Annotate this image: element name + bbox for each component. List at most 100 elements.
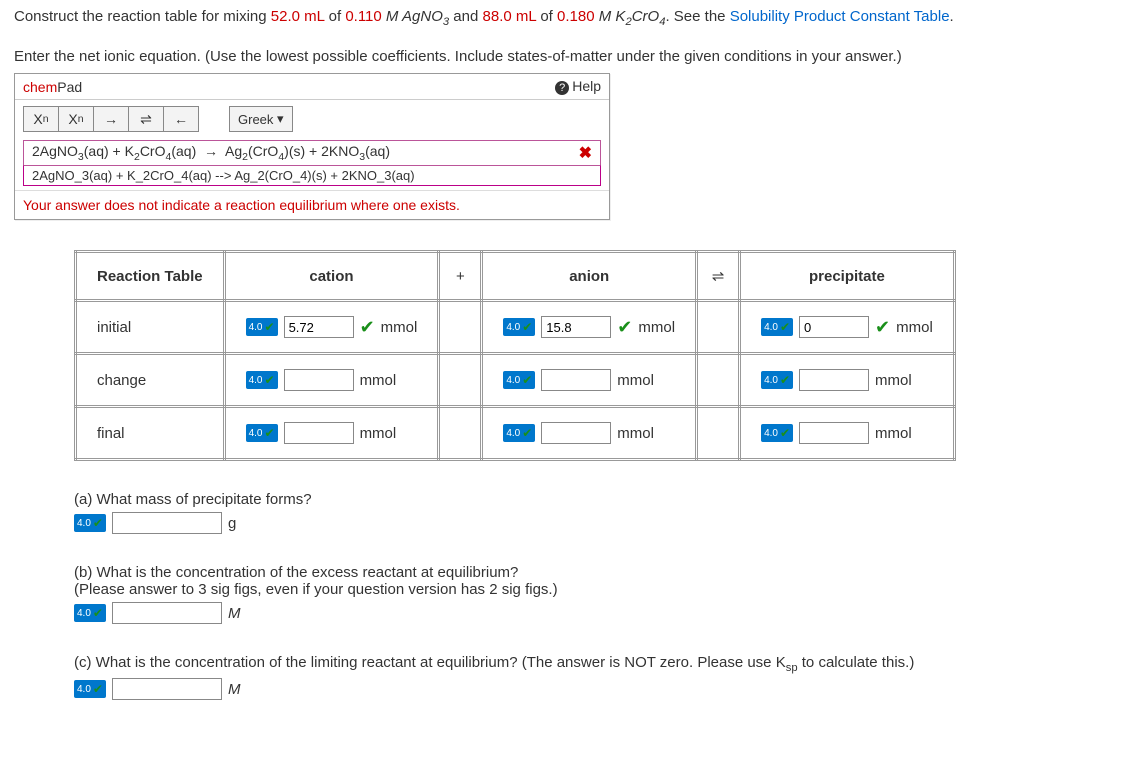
answer-input[interactable] <box>112 602 222 624</box>
cell-initial-precip: 4.0✔ ✔ mmol <box>740 301 955 354</box>
answer-input[interactable] <box>799 422 869 444</box>
chem-pad-header: chemPad ?Help <box>15 74 609 100</box>
points-badge[interactable]: 4.0✔ <box>246 371 278 389</box>
header-anion: anion <box>482 252 697 301</box>
help-link[interactable]: ?Help <box>555 78 601 95</box>
raw-equation-input[interactable]: 2AgNO_3(aq) + K_2CrO_4(aq) --> Ag_2(CrO_… <box>23 165 601 186</box>
question-b: (b) What is the concentration of the exc… <box>74 564 1123 624</box>
equilibrium-button[interactable]: ⇌ <box>128 106 164 132</box>
points-badge[interactable]: 4.0✔ <box>761 371 793 389</box>
check-icon: ✔ <box>265 373 275 387</box>
correct-icon: ✔ <box>875 317 890 338</box>
equation-text: 2AgNO3(aq) + K2CrO4(aq) → Ag2(CrO4)(s) +… <box>32 143 390 163</box>
reaction-table: Reaction Table cation + anion ⇌ precipit… <box>74 250 956 461</box>
cell-change-anion: 4.0✔ mmol <box>482 354 697 407</box>
chem-pad: chemPad ?Help Xn Xn → ⇌ ← Greek ▾ 2AgNO3… <box>14 73 610 220</box>
answer-input[interactable] <box>112 678 222 700</box>
text: Construct the reaction table for mixing <box>14 8 271 25</box>
check-icon: ✔ <box>93 682 103 696</box>
chevron-down-icon: ▾ <box>277 111 284 127</box>
table-row-change: change 4.0✔ mmol 4.0✔ mmol 4.0✔ <box>76 354 955 407</box>
cell-change-cation: 4.0✔ mmol <box>224 354 439 407</box>
conc-2: 0.180 <box>557 8 599 25</box>
points-badge[interactable]: 4.0✔ <box>503 318 535 336</box>
check-icon: ✔ <box>265 426 275 440</box>
unit-label: g <box>228 515 236 532</box>
row-label: final <box>76 407 225 460</box>
answer-input[interactable] <box>284 422 354 444</box>
prompt: (b) What is the concentration of the exc… <box>74 564 1123 581</box>
points-badge[interactable]: 4.0✔ <box>503 371 535 389</box>
spacer <box>697 407 740 460</box>
spacer <box>439 354 482 407</box>
table-row-initial: initial 4.0✔ ✔ mmol 4.0✔ ✔ mmol <box>76 301 955 354</box>
points-badge[interactable]: 4.0✔ <box>246 318 278 336</box>
note: (Please answer to 3 sig figs, even if yo… <box>74 581 1123 598</box>
check-icon: ✔ <box>265 320 275 334</box>
problem-statement: Construct the reaction table for mixing … <box>14 8 1123 28</box>
unit-label: mmol <box>875 372 912 389</box>
cell-final-cation: 4.0✔ mmol <box>224 407 439 460</box>
table-row-final: final 4.0✔ mmol 4.0✔ mmol 4.0✔ <box>76 407 955 460</box>
conc-1: 0.110 <box>345 8 386 25</box>
prompt: (c) What is the concentration of the lim… <box>74 654 1123 674</box>
points-badge[interactable]: 4.0✔ <box>74 514 106 532</box>
answer-input[interactable] <box>799 369 869 391</box>
greek-dropdown[interactable]: Greek ▾ <box>229 106 293 132</box>
points-badge[interactable]: 4.0✔ <box>503 424 535 442</box>
points-badge[interactable]: 4.0✔ <box>246 424 278 442</box>
solubility-table-link[interactable]: Solubility Product Constant Table <box>730 8 950 25</box>
chem-pad-toolbar: Xn Xn → ⇌ ← Greek ▾ <box>15 100 609 138</box>
reagent-1: M AgNO3 <box>386 8 449 25</box>
unit-label: M <box>228 681 241 698</box>
subscript-button[interactable]: Xn <box>23 106 59 132</box>
text: and <box>449 8 482 25</box>
points-badge[interactable]: 4.0✔ <box>74 604 106 622</box>
text: of <box>324 8 345 25</box>
prompt: (a) What mass of precipitate forms? <box>74 491 1123 508</box>
answer-input[interactable] <box>284 316 354 338</box>
instructions: Enter the net ionic equation. (Use the l… <box>14 48 1123 65</box>
header-equil: ⇌ <box>697 252 740 301</box>
unit-label: mmol <box>638 319 675 336</box>
answer-input[interactable] <box>541 369 611 391</box>
header-cation: cation <box>224 252 439 301</box>
arrow-button[interactable]: → <box>93 106 129 132</box>
correct-icon: ✔ <box>617 317 632 338</box>
question-a: (a) What mass of precipitate forms? 4.0✔… <box>74 491 1123 534</box>
spacer <box>439 301 482 354</box>
chem-pad-brand: chemPad <box>23 79 82 95</box>
correct-icon: ✔ <box>360 317 375 338</box>
points-badge[interactable]: 4.0✔ <box>761 318 793 336</box>
back-button[interactable]: ← <box>163 106 199 132</box>
unit-label: mmol <box>617 372 654 389</box>
header-plus: + <box>439 252 482 301</box>
rendered-equation[interactable]: 2AgNO3(aq) + K2CrO4(aq) → Ag2(CrO4)(s) +… <box>23 140 601 165</box>
volume-2: 88.0 mL <box>483 8 537 25</box>
row-label: initial <box>76 301 225 354</box>
header-title: Reaction Table <box>76 252 225 301</box>
row-label: change <box>76 354 225 407</box>
unit-label: mmol <box>360 425 397 442</box>
check-icon: ✔ <box>522 373 532 387</box>
answer-input[interactable] <box>541 422 611 444</box>
points-badge[interactable]: 4.0✔ <box>74 680 106 698</box>
superscript-button[interactable]: Xn <box>58 106 94 132</box>
chem-input-area: 2AgNO3(aq) + K2CrO4(aq) → Ag2(CrO4)(s) +… <box>23 140 601 186</box>
question-c: (c) What is the concentration of the lim… <box>74 654 1123 700</box>
spacer <box>697 301 740 354</box>
answer-input[interactable] <box>284 369 354 391</box>
feedback-message: Your answer does not indicate a reaction… <box>15 190 609 219</box>
text: . See the <box>665 8 729 25</box>
table-header-row: Reaction Table cation + anion ⇌ precipit… <box>76 252 955 301</box>
answer-input[interactable] <box>799 316 869 338</box>
cell-change-precip: 4.0✔ mmol <box>740 354 955 407</box>
text: . <box>950 8 954 25</box>
answer-input[interactable] <box>541 316 611 338</box>
points-badge[interactable]: 4.0✔ <box>761 424 793 442</box>
answer-input[interactable] <box>112 512 222 534</box>
check-icon: ✔ <box>522 426 532 440</box>
cell-final-anion: 4.0✔ mmol <box>482 407 697 460</box>
incorrect-icon: ✖ <box>579 143 592 163</box>
check-icon: ✔ <box>522 320 532 334</box>
